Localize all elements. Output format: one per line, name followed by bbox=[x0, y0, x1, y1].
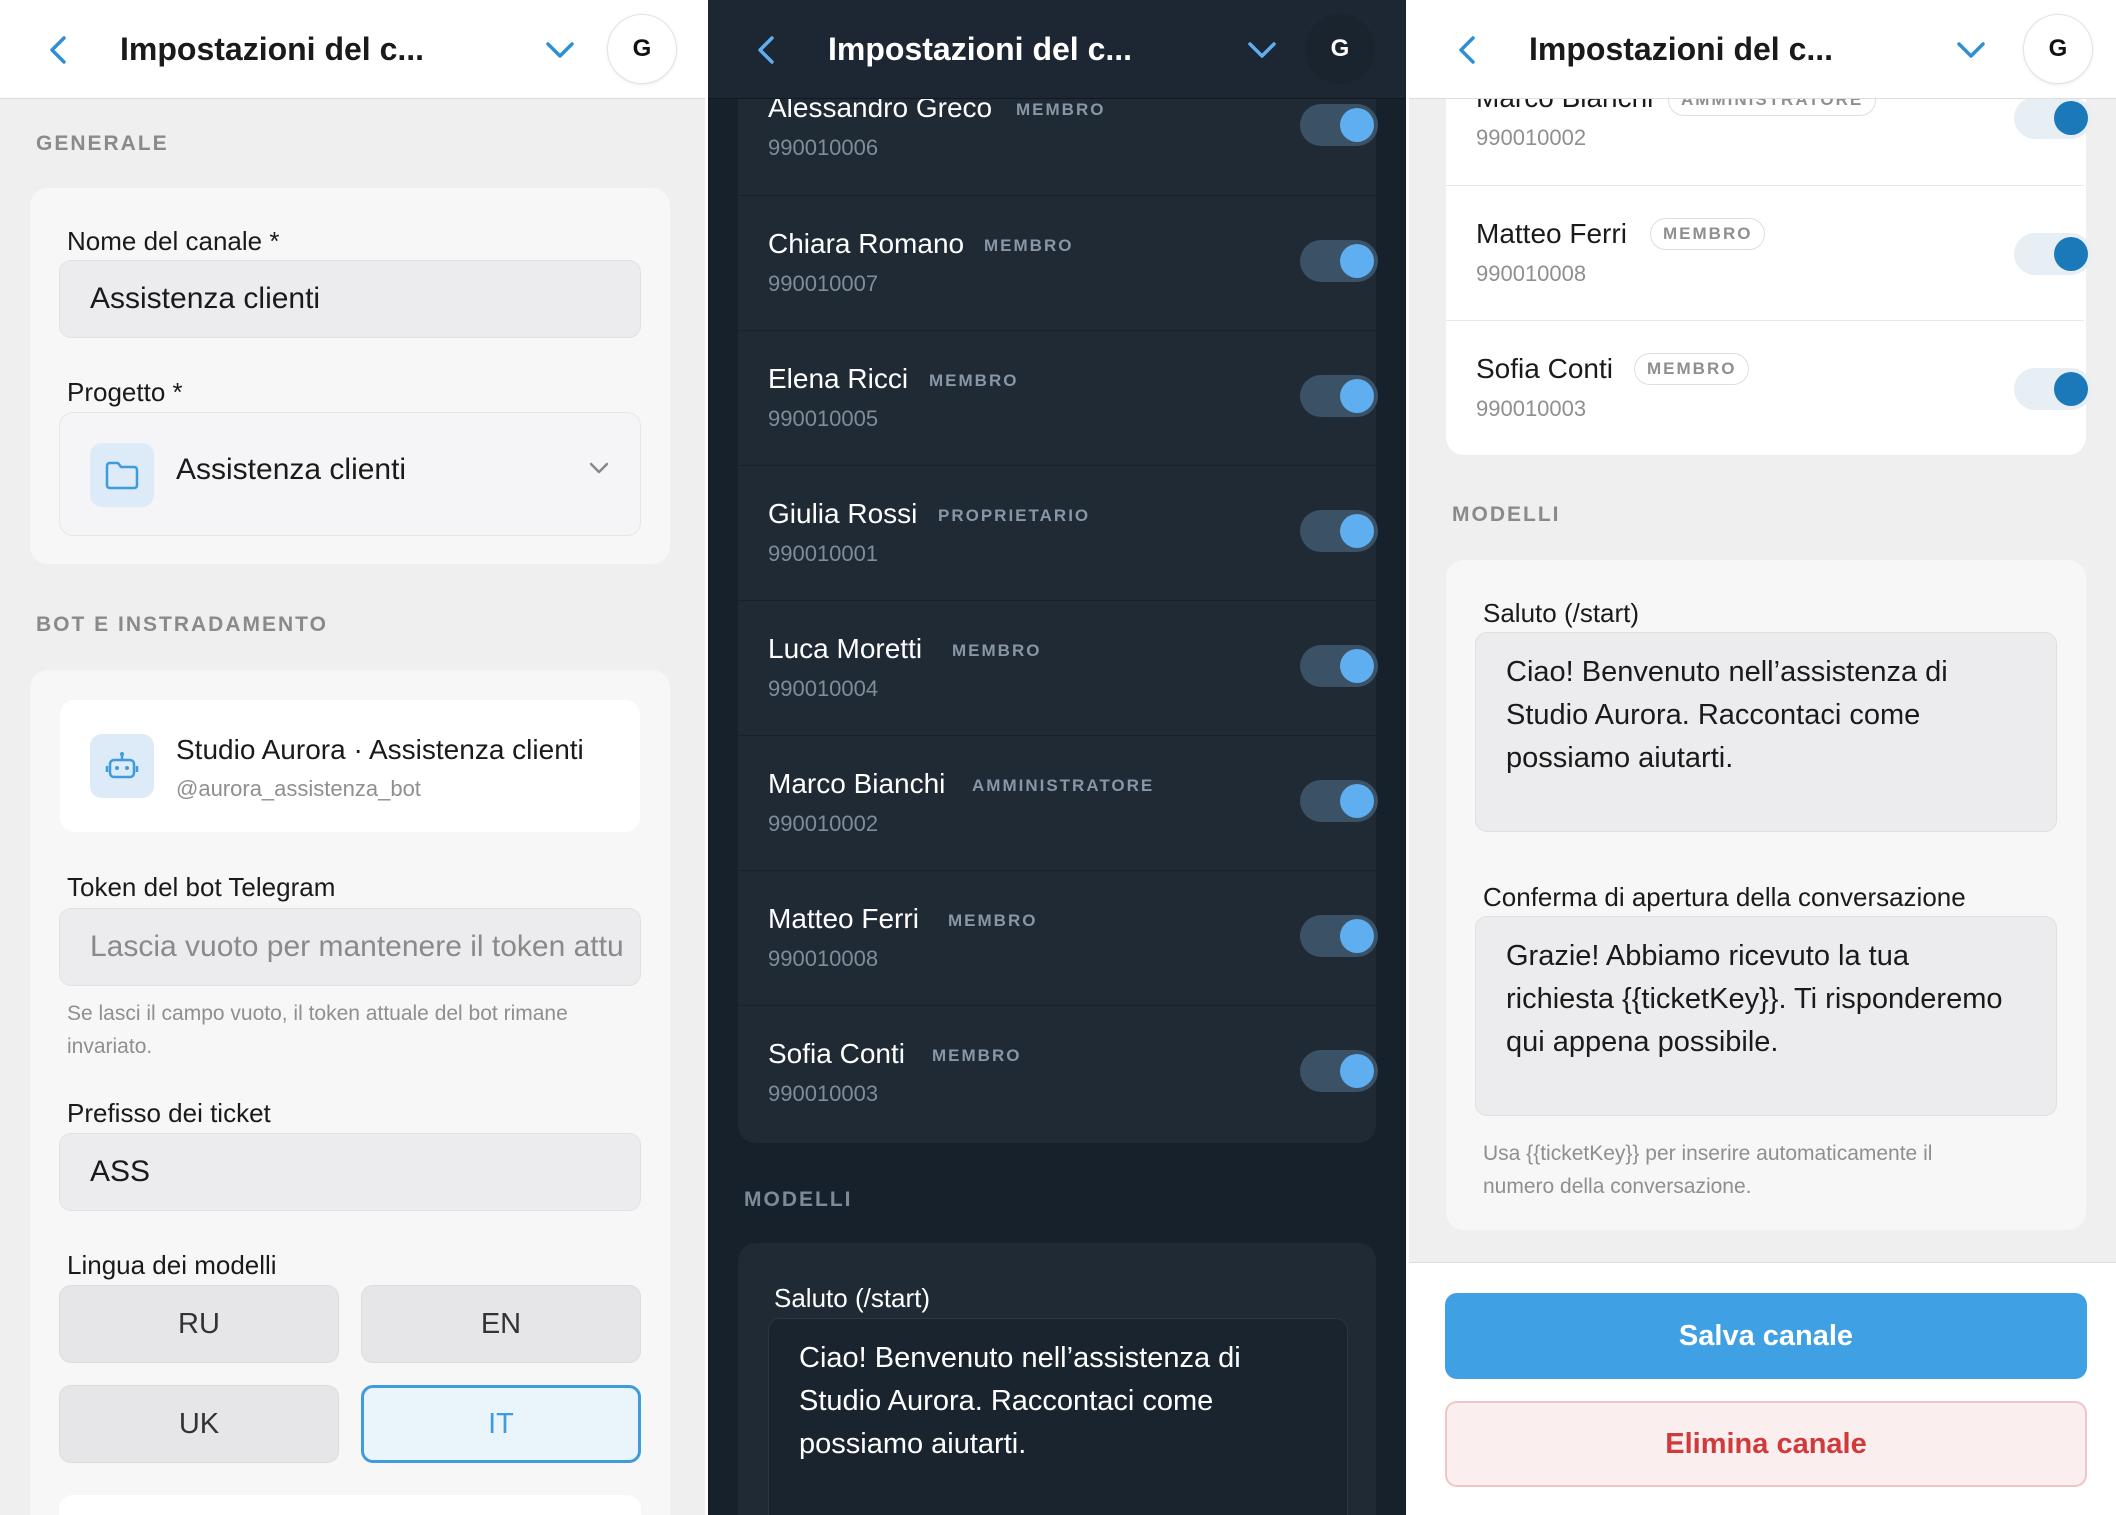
header: Impostazioni del c... G bbox=[0, 0, 705, 99]
chevron-down-icon[interactable] bbox=[1242, 30, 1282, 70]
lang-ru-button[interactable]: RU bbox=[59, 1285, 339, 1363]
greeting-textarea[interactable]: Ciao! Benvenuto nell’assistenza di Studi… bbox=[1475, 632, 2057, 832]
member-toggle[interactable] bbox=[1300, 240, 1378, 282]
page-title: Impostazioni del c... bbox=[120, 31, 425, 67]
list-item: Matteo Ferri MEMBRO 990010008 bbox=[1446, 185, 2092, 320]
token-input[interactable]: Lascia vuoto per mantenere il token attu bbox=[59, 908, 641, 986]
lang-label: Lingua dei modelli bbox=[67, 1250, 277, 1280]
list-item: Luca Moretti MEMBRO 990010004 bbox=[738, 600, 1378, 735]
member-toggle[interactable] bbox=[1300, 510, 1378, 552]
greeting-label: Saluto (/start) bbox=[1483, 598, 1640, 628]
member-toggle[interactable] bbox=[1300, 1050, 1378, 1092]
robot-icon bbox=[90, 734, 154, 798]
prefix-input[interactable]: ASS bbox=[59, 1133, 641, 1211]
member-toggle[interactable] bbox=[1300, 645, 1378, 687]
back-arrow-icon[interactable] bbox=[746, 30, 786, 70]
header: Impostazioni del c... G bbox=[1409, 0, 2116, 99]
member-toggle[interactable] bbox=[1300, 375, 1378, 417]
folder-icon bbox=[90, 443, 154, 507]
list-item: Sofia Conti MEMBRO 990010003 bbox=[1446, 320, 2092, 455]
confirm-label: Conferma di apertura della conversazione bbox=[1483, 882, 1966, 912]
templates-hint: Usa {{ticketKey}} per inserire automatic… bbox=[1483, 1142, 1933, 1198]
general-card: Nome del canale * Assistenza clienti Pro… bbox=[30, 188, 670, 564]
member-toggle[interactable] bbox=[1300, 780, 1378, 822]
confirm-textarea[interactable]: Grazie! Abbiamo ricevuto la tua richiest… bbox=[1475, 916, 2057, 1116]
next-card bbox=[59, 1495, 641, 1515]
channel-name-label: Nome del canale * bbox=[67, 226, 280, 256]
token-label: Token del bot Telegram bbox=[67, 872, 336, 902]
avatar[interactable]: G bbox=[2023, 14, 2093, 84]
templates-card: Saluto (/start) Ciao! Benvenuto nell’ass… bbox=[738, 1243, 1376, 1515]
avatar[interactable]: G bbox=[1305, 14, 1375, 84]
section-label-templates: MODELLI bbox=[744, 1188, 853, 1211]
lang-it-button[interactable]: IT bbox=[361, 1385, 641, 1463]
bot-handle: @aurora_assistenza_bot bbox=[176, 776, 421, 801]
channel-name-input[interactable]: Assistenza clienti bbox=[59, 260, 641, 338]
panel-general: Impostazioni del c... G GENERALE Nome de… bbox=[0, 0, 705, 1515]
chevron-down-icon[interactable] bbox=[540, 30, 580, 70]
list-item: Sofia Conti MEMBRO 990010003 bbox=[738, 1005, 1378, 1140]
list-item: Chiara Romano MEMBRO 990010007 bbox=[738, 195, 1378, 330]
member-toggle[interactable] bbox=[2014, 368, 2092, 410]
chevron-down-icon bbox=[588, 461, 610, 480]
back-arrow-icon[interactable] bbox=[38, 30, 78, 70]
back-arrow-icon[interactable] bbox=[1447, 30, 1487, 70]
token-hint: Se lasci il campo vuoto, il token attual… bbox=[67, 1002, 568, 1058]
greeting-textarea[interactable]: Ciao! Benvenuto nell’assistenza di Studi… bbox=[768, 1318, 1348, 1515]
section-label-bot: BOT E INSTRADAMENTO bbox=[36, 613, 328, 636]
member-toggle[interactable] bbox=[1300, 915, 1378, 957]
list-item: Marco Bianchi AMMINISTRATORE 990010002 bbox=[738, 735, 1378, 870]
page-title: Impostazioni del c... bbox=[828, 31, 1133, 67]
greeting-label: Saluto (/start) bbox=[774, 1283, 931, 1313]
lang-uk-button[interactable]: UK bbox=[59, 1385, 339, 1463]
panel-templates: Marco Bianchi AMMINISTRATORE 990010002 M… bbox=[1409, 0, 2116, 1515]
templates-card: Saluto (/start) Ciao! Benvenuto nell’ass… bbox=[1446, 560, 2086, 1230]
list-item: Matteo Ferri MEMBRO 990010008 bbox=[738, 870, 1378, 1005]
delete-button[interactable]: Elimina canale bbox=[1445, 1401, 2087, 1487]
bot-info: Studio Aurora · Assistenza clienti @auro… bbox=[60, 700, 640, 832]
member-toggle[interactable] bbox=[1300, 104, 1378, 146]
project-label: Progetto * bbox=[67, 377, 183, 407]
section-label-templates: MODELLI bbox=[1452, 503, 1561, 526]
save-button[interactable]: Salva canale bbox=[1445, 1293, 2087, 1379]
header: Impostazioni del c... G bbox=[708, 0, 1406, 99]
bot-name: Studio Aurora · Assistenza clienti bbox=[176, 734, 584, 765]
member-toggle[interactable] bbox=[2014, 97, 2092, 139]
members-list: Alessandro Greco MEMBRO 990010006 Chiara… bbox=[738, 60, 1378, 1143]
project-value: Assistenza clienti bbox=[176, 453, 407, 486]
avatar[interactable]: G bbox=[607, 14, 677, 84]
lang-en-button[interactable]: EN bbox=[361, 1285, 641, 1363]
bot-card: Studio Aurora · Assistenza clienti @auro… bbox=[30, 670, 670, 1515]
prefix-label: Prefisso dei ticket bbox=[67, 1098, 271, 1128]
list-item: Giulia Rossi PROPRIETARIO 990010001 bbox=[738, 465, 1378, 600]
project-select[interactable]: Assistenza clienti bbox=[59, 412, 641, 536]
member-toggle[interactable] bbox=[2014, 233, 2092, 275]
section-label-general: GENERALE bbox=[36, 132, 169, 155]
list-item: Elena Ricci MEMBRO 990010005 bbox=[738, 330, 1378, 465]
page-title: Impostazioni del c... bbox=[1529, 31, 1834, 67]
panel-members-dark: Impostazioni del c... G Alessandro Greco… bbox=[708, 0, 1406, 1515]
chevron-down-icon[interactable] bbox=[1951, 30, 1991, 70]
